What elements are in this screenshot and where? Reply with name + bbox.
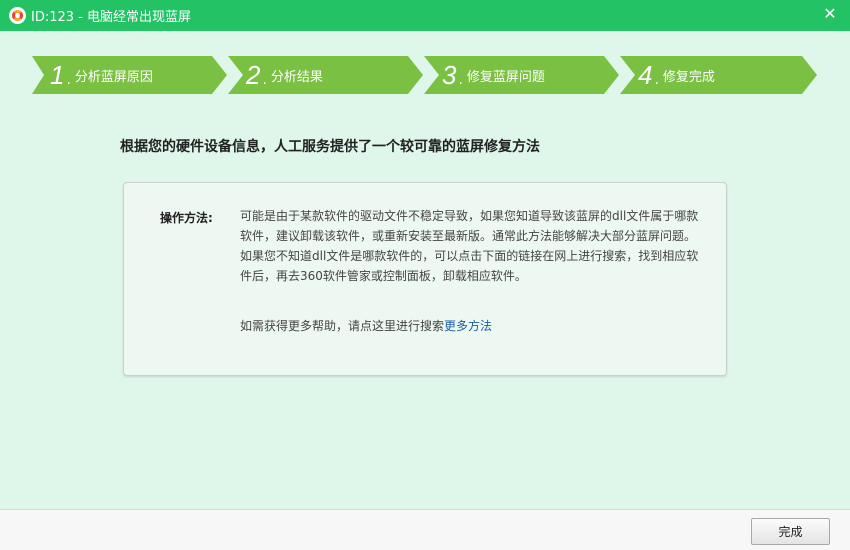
step-4-number: 4	[638, 60, 653, 90]
method-description: 可能是由于某款软件的驱动文件不稳定导致，如果您知道导致该蓝屏的dll文件属于哪款…	[240, 209, 699, 283]
step-1-label: 分析蓝屏原因	[74, 69, 153, 85]
step-4-label: 修复完成	[662, 69, 715, 85]
step-3-label: 修复蓝屏问题	[466, 69, 545, 85]
step-4-dot: .	[654, 72, 659, 88]
step-1: 1 . 分析蓝屏原因	[50, 56, 153, 94]
close-icon[interactable]: ✕	[820, 4, 840, 24]
step-2: 2 . 分析结果	[246, 56, 323, 94]
step-3-dot: .	[458, 72, 463, 88]
step-2-number: 2	[246, 60, 261, 90]
title-bar: ID:123 - 电脑经常出现蓝屏 ✕	[0, 0, 850, 31]
window-title: ID:123 - 电脑经常出现蓝屏	[31, 10, 191, 25]
step-4: 4 . 修复完成	[638, 56, 715, 94]
result-headline: 根据您的硬件设备信息，人工服务提供了一个较可靠的蓝屏修复方法	[120, 139, 540, 155]
step-1-dot: .	[66, 72, 71, 88]
finish-button[interactable]: 完成	[751, 518, 830, 545]
method-label: 操作方法:	[160, 211, 213, 225]
main-content: 1 . 分析蓝屏原因 2 . 分析结果 3 . 修复蓝屏问题 4 . 修复完成 …	[0, 31, 850, 509]
step-progress-bar: 1 . 分析蓝屏原因 2 . 分析结果 3 . 修复蓝屏问题 4 . 修复完成	[32, 56, 822, 94]
more-methods-link[interactable]: 更多方法	[444, 319, 492, 333]
step-3: 3 . 修复蓝屏问题	[442, 56, 545, 94]
step-2-label: 分析结果	[270, 69, 323, 85]
help-prefix: 如需获得更多帮助，请点这里进行搜索	[240, 319, 445, 333]
step-3-number: 3	[442, 60, 457, 90]
lifebuoy-icon	[9, 7, 26, 24]
step-1-number: 1	[50, 60, 65, 90]
repair-method-panel: 操作方法: 可能是由于某款软件的驱动文件不稳定导致，如果您知道导致该蓝屏的dll…	[123, 182, 727, 376]
step-2-dot: .	[262, 72, 267, 88]
help-line: 如需获得更多帮助，请点这里进行搜索更多方法	[240, 317, 492, 334]
footer-bar: 完成	[0, 509, 850, 550]
